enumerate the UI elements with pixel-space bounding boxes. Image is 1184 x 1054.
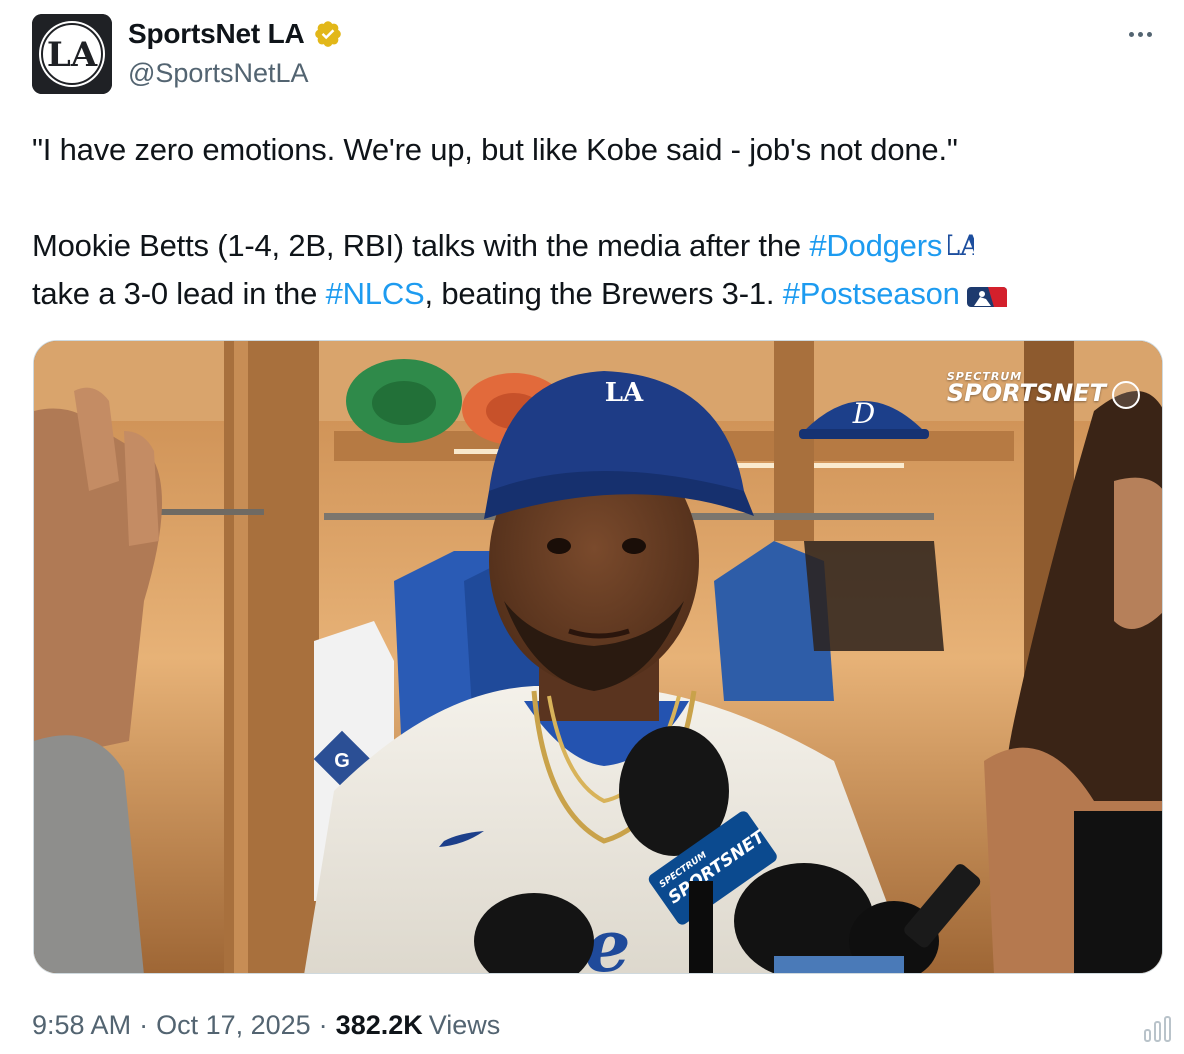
locker-badge-text: G <box>334 750 350 772</box>
svg-text:D: D <box>852 397 875 430</box>
views-label: Views <box>428 1010 501 1040</box>
locker-room-video-frame: D G LA SPECTRUM SPORTSNET <box>34 341 1162 973</box>
hashtag-dodgers[interactable]: #Dodgers <box>809 228 942 263</box>
more-options-button[interactable] <box>1120 22 1160 46</box>
tweet-line-2: take a 3-0 lead in the #NLCS, beating th… <box>32 270 1152 318</box>
hashtag-nlcs[interactable]: #NLCS <box>326 276 425 311</box>
watermark-la-logo-icon <box>1112 381 1140 409</box>
svg-text:LA: LA <box>948 229 974 260</box>
tweet-date[interactable]: Oct 17, 2025 <box>156 1010 311 1041</box>
sportsnet-watermark: SPECTRUM SPORTSNET <box>947 371 1106 405</box>
more-dot-icon <box>1137 31 1143 37</box>
verified-badge-icon <box>314 21 341 47</box>
la-logo-icon: LA <box>32 14 112 94</box>
tweet-line-1-text: Mookie Betts (1-4, 2B, RBI) talks with t… <box>32 228 810 263</box>
views-count: 382.2K <box>335 1010 423 1040</box>
tweet-media-video[interactable]: D G LA SPECTRUM SPORTSNET SPECTRUM SPORT… <box>33 340 1163 974</box>
watermark-main-text: SPORTSNET <box>946 379 1106 407</box>
tweet-quote: "I have zero emotions. We're up, but lik… <box>32 132 958 167</box>
tweet-text: "I have zero emotions. We're up, but lik… <box>32 126 1152 318</box>
author-handle[interactable]: @SportsNetLA <box>128 58 308 89</box>
svg-text:LA: LA <box>47 35 98 75</box>
hashtag-postseason[interactable]: #Postseason <box>783 276 960 311</box>
meta-separator: · <box>318 1010 328 1040</box>
tweet-line-2-text-b: , beating the Brewers 3-1. <box>424 276 783 311</box>
analytics-icon[interactable] <box>1142 1016 1174 1042</box>
tweet-meta: 9:58 AM · Oct 17, 2025 · 382.2K Views <box>32 1010 500 1041</box>
la-logo-icon: LA <box>948 229 974 260</box>
tweet-line-2-text-a: take a 3-0 lead in the <box>32 276 326 311</box>
more-dot-icon <box>1128 31 1134 37</box>
cap-logo-text: LA <box>605 378 644 408</box>
meta-separator: · <box>139 1010 149 1040</box>
mlb-logo-icon <box>966 287 1007 307</box>
more-dot-icon <box>1146 31 1152 37</box>
tweet-line-1: Mookie Betts (1-4, 2B, RBI) talks with t… <box>32 222 1152 270</box>
tweet-time[interactable]: 9:58 AM <box>32 1010 131 1041</box>
author-display-name[interactable]: SportsNet LA <box>128 18 305 50</box>
author-name-row: SportsNet LA <box>128 16 343 52</box>
avatar[interactable]: LA <box>32 14 112 94</box>
